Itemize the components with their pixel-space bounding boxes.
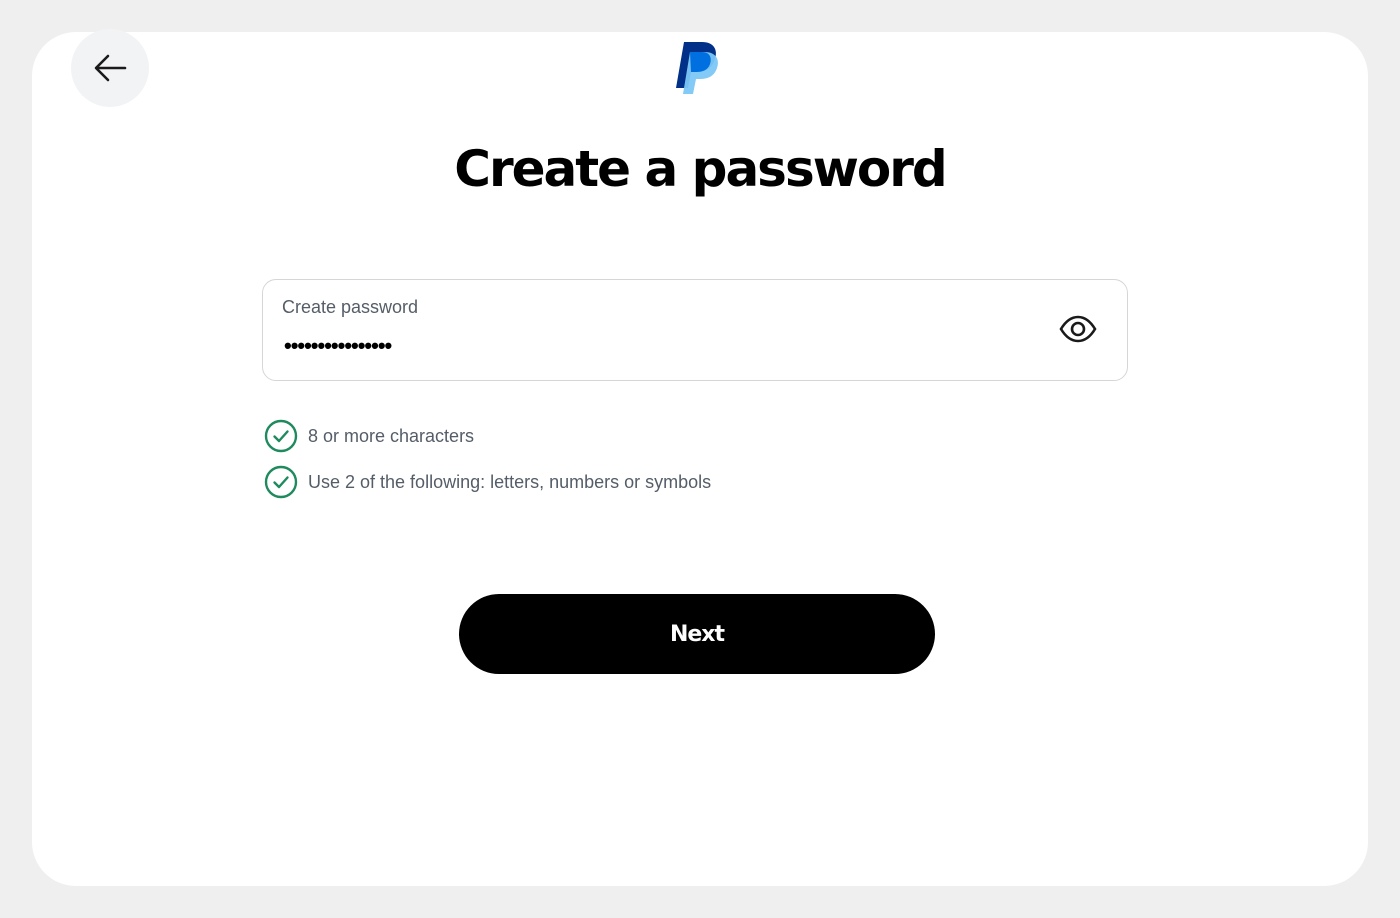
requirement-item: 8 or more characters (264, 419, 474, 453)
app-frame: Create a password Create password 8 or m… (0, 0, 1400, 918)
requirement-text: 8 or more characters (308, 425, 475, 446)
show-password-button[interactable] (1058, 314, 1098, 344)
back-button[interactable] (71, 29, 149, 107)
arrow-left-icon (94, 54, 127, 82)
eye-icon (1059, 315, 1097, 343)
password-input[interactable] (282, 332, 986, 360)
requirement-item: Use 2 of the following: letters, numbers… (264, 465, 711, 499)
next-button[interactable]: Next (459, 594, 935, 674)
password-field-label: Create password (282, 297, 419, 317)
password-field[interactable]: Create password (262, 279, 1128, 381)
check-circle-icon (264, 419, 298, 453)
requirement-text: Use 2 of the following: letters, numbers… (308, 471, 712, 492)
check-circle-icon (264, 465, 298, 499)
page-title: Create a password (454, 140, 947, 198)
signup-card: Create a password Create password 8 or m… (32, 29, 1368, 886)
paypal-logo-icon (676, 42, 718, 94)
